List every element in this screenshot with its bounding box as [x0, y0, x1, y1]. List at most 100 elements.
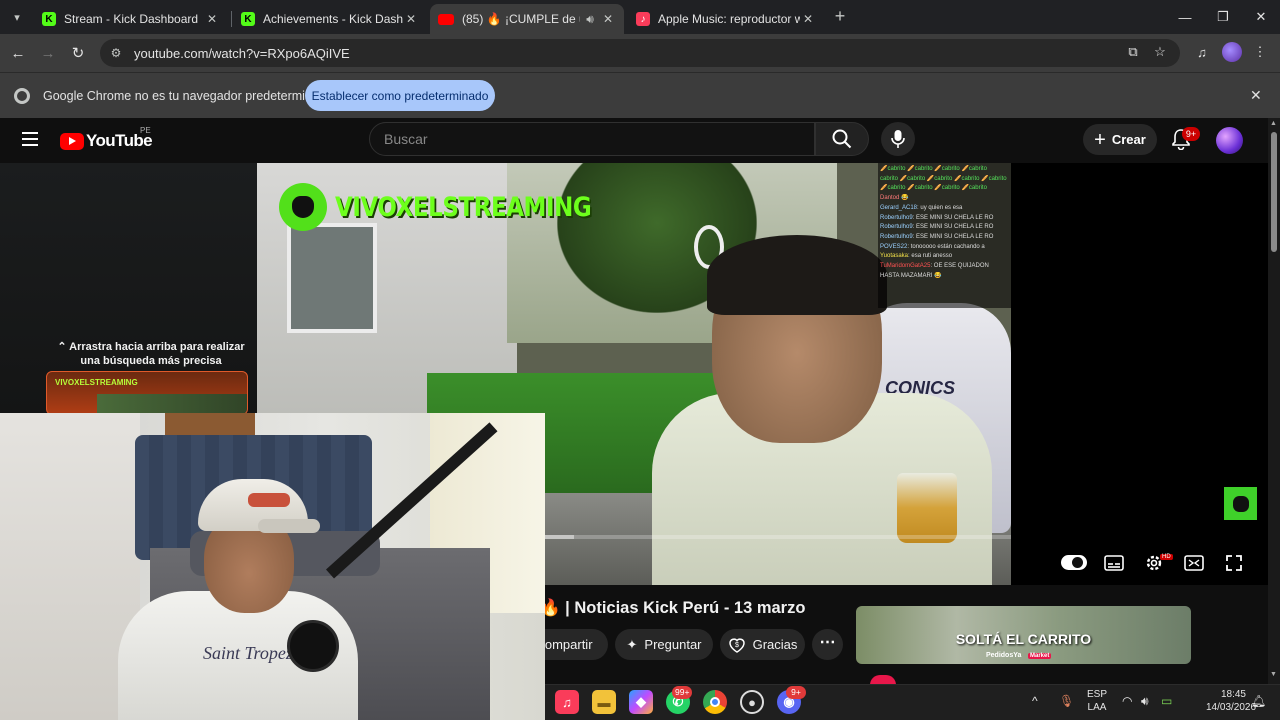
- whatsapp-badge: 99+: [672, 686, 693, 699]
- autoplay-toggle[interactable]: [1061, 555, 1087, 570]
- tab-strip: ▾ K Stream - Kick Dashboard ✕ K Achievem…: [0, 0, 1280, 34]
- drag-search-hint: ⌃ Arrastra hacia arriba para realizar un…: [57, 341, 245, 367]
- page-scrollbar[interactable]: ▲ ▼: [1268, 118, 1280, 684]
- new-tab-button[interactable]: +: [830, 7, 850, 27]
- miniplayer-icon: [1184, 555, 1204, 571]
- chat-line: cabrito 🥖cabrito 🥖cabrito 🥖cabrito 🥖cabr…: [880, 175, 1007, 182]
- address-bar[interactable]: ⚙ youtube.com/watch?v=RXpo6AQiIVE: [100, 39, 1180, 67]
- close-icon[interactable]: ✕: [800, 12, 816, 26]
- ad-banner[interactable]: SOLTÁ EL CARRITO PedidosYa Market: [856, 606, 1191, 664]
- notification-center-icon[interactable]: 🔔︎: [1251, 694, 1266, 708]
- chat-line: Yuotasaka: esa ruti anesso: [880, 253, 953, 260]
- file-explorer-icon[interactable]: ▬: [592, 690, 616, 714]
- player-right-backdrop: [1011, 163, 1268, 585]
- thanks-label: Gracias: [752, 637, 798, 652]
- create-button[interactable]: + Crear: [1083, 124, 1157, 155]
- youtube-logo[interactable]: YouTube PE: [60, 126, 153, 151]
- channel-overlay-name: VIVOXELSTREAMING: [335, 191, 592, 223]
- search-button[interactable]: [815, 122, 869, 156]
- minimize-button[interactable]: —: [1166, 0, 1204, 34]
- webcam-person: Saint Tropez: [118, 473, 358, 720]
- ad-caption: SOLTÁ EL CARRITO: [955, 631, 1092, 647]
- search-input[interactable]: Buscar: [369, 122, 815, 156]
- site-info-icon[interactable]: ⚙: [108, 45, 124, 61]
- tab-apple-music[interactable]: ♪ Apple Music: reproductor web ✕: [628, 4, 824, 34]
- show-hidden-icons[interactable]: ^: [1032, 694, 1038, 708]
- chat-line: 🥖cabrito 🥖cabrito 🥖cabrito 🥖cabrito: [880, 185, 987, 192]
- tab-search-button[interactable]: ▾: [6, 6, 28, 28]
- svg-text:$: $: [735, 642, 739, 649]
- chat-line: Dantod 😂: [880, 195, 909, 202]
- tab-title: (85) 🔥 ¡CUMPLE de un TOP: [462, 12, 580, 26]
- more-actions-button[interactable]: ⋯: [812, 629, 843, 660]
- wifi-icon[interactable]: ◠: [1122, 694, 1132, 708]
- copilot-icon[interactable]: ◆: [629, 690, 653, 714]
- microphone-icon: [891, 130, 905, 148]
- apple-music-icon: ♪: [636, 12, 650, 26]
- close-icon[interactable]: ✕: [204, 12, 220, 26]
- mini-video-card[interactable]: VIVOXELSTREAMING: [46, 371, 248, 415]
- subtitles-button[interactable]: [1102, 552, 1126, 574]
- stream-chat-overlay: 🥖cabrito 🥖cabrito 🥖cabrito 🥖cabrito cabr…: [878, 163, 1011, 308]
- reload-button[interactable]: ↻: [67, 42, 89, 64]
- chat-line: Robertulho9: ESE MINI SU CHELA LE RO: [880, 214, 994, 221]
- hamburger-menu-icon[interactable]: [22, 132, 38, 146]
- microphone: [287, 620, 339, 672]
- kick-watermark-icon: [1224, 487, 1257, 520]
- system-clock[interactable]: 18:45 14/03/2026: [1206, 688, 1257, 714]
- apple-music-app-icon[interactable]: ♫: [555, 690, 579, 714]
- forward-button[interactable]: →: [37, 42, 59, 64]
- close-icon[interactable]: ✕: [600, 12, 616, 26]
- discord-badge: 9+: [786, 686, 806, 699]
- plus-icon: +: [1094, 128, 1106, 151]
- chat-line: POVES22: tonooooo están cachando a: [880, 243, 985, 250]
- tab-youtube[interactable]: (85) 🔥 ¡CUMPLE de un TOP 🔊︎ ✕: [430, 4, 624, 34]
- notification-count-badge: 9+: [1182, 127, 1200, 141]
- tab-kick-stream[interactable]: K Stream - Kick Dashboard ✕: [34, 4, 228, 34]
- scrollbar-thumb[interactable]: [1271, 132, 1277, 252]
- input-language[interactable]: ESP LAA: [1087, 688, 1107, 714]
- ad-brand: PedidosYa: [986, 652, 1022, 659]
- tab-kick-achievements[interactable]: K Achievements - Kick Dashboard ✕: [233, 4, 427, 34]
- menu-kebab-icon[interactable]: ⋮: [1250, 42, 1270, 62]
- fullscreen-button[interactable]: [1222, 552, 1246, 574]
- youtube-icon: [438, 13, 454, 25]
- youtube-masthead: YouTube PE Buscar + Crear 9+: [0, 118, 1270, 163]
- close-icon[interactable]: ✕: [1250, 87, 1262, 104]
- create-label: Crear: [1111, 132, 1146, 147]
- clock-time: 18:45: [1220, 689, 1246, 700]
- profile-avatar[interactable]: [1222, 42, 1242, 62]
- thanks-button[interactable]: $ Gracias: [720, 629, 805, 660]
- bookmark-star-icon[interactable]: ☆: [1150, 42, 1170, 62]
- video-title: 🔥 | Noticias Kick Perú - 13 marzo: [540, 599, 806, 617]
- chrome-taskbar-icon[interactable]: [703, 690, 727, 714]
- media-controls-icon[interactable]: ♫: [1192, 42, 1212, 62]
- maximize-button[interactable]: ❐: [1204, 0, 1242, 34]
- browser-toolbar: ← → ↻ ⚙ youtube.com/watch?v=RXpo6AQiIVE …: [0, 34, 1280, 72]
- install-app-icon[interactable]: ⧉: [1123, 42, 1143, 62]
- close-window-button[interactable]: ✕: [1242, 0, 1280, 34]
- shirt-text: Saint Tropez: [203, 643, 293, 663]
- close-icon[interactable]: ✕: [403, 12, 419, 26]
- miniplayer-button[interactable]: [1182, 552, 1206, 574]
- chat-line: Gerard_AC18: uy quien es esa: [880, 204, 963, 211]
- ad-tag: Market: [1028, 653, 1052, 659]
- ask-button[interactable]: ✦ Preguntar: [615, 629, 713, 660]
- chat-line: 🥖cabrito 🥖cabrito 🥖cabrito 🥖cabrito: [880, 166, 987, 172]
- tab-title: Stream - Kick Dashboard: [64, 12, 199, 26]
- mini-card-thumbnail: [97, 394, 247, 414]
- obs-icon[interactable]: ●: [740, 690, 764, 714]
- mini-card-title: VIVOXELSTREAMING: [55, 378, 138, 387]
- voice-search-button[interactable]: [881, 122, 915, 156]
- mic-in-use-icon[interactable]: 🎙︎: [1059, 694, 1074, 708]
- volume-icon[interactable]: 🔊︎: [1141, 694, 1149, 709]
- speaker-icon[interactable]: 🔊︎: [580, 12, 600, 27]
- chat-line: Robertulho9: ESE MINI SU CHELA LE RO: [880, 224, 994, 231]
- back-button[interactable]: ←: [7, 42, 29, 64]
- battery-icon[interactable]: ▭: [1161, 694, 1172, 708]
- set-default-button[interactable]: Establecer como predeterminado: [305, 80, 495, 111]
- kick-icon: K: [241, 12, 255, 26]
- clock-date: 14/03/2026: [1206, 702, 1257, 713]
- avatar[interactable]: [1216, 127, 1243, 154]
- fullscreen-icon: [1226, 555, 1242, 571]
